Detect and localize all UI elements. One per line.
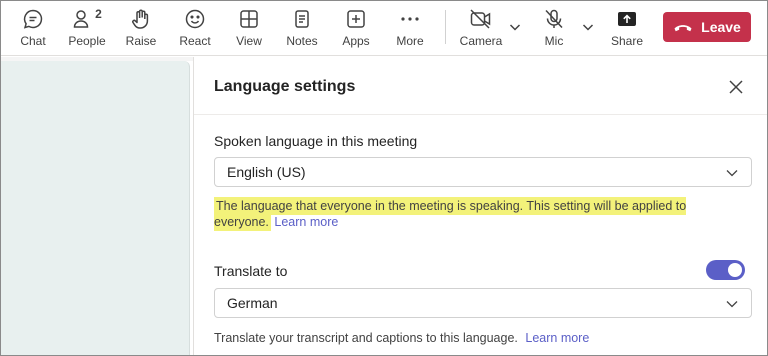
apps-button[interactable]: Apps: [337, 0, 375, 56]
notes-icon: [291, 0, 313, 30]
react-icon: [184, 0, 206, 30]
people-button[interactable]: 2 People: [66, 0, 108, 56]
share-icon: [616, 0, 638, 30]
translate-toggle[interactable]: [706, 260, 745, 280]
mic-label: Mic: [544, 34, 564, 48]
toolbar-divider: [445, 10, 446, 44]
translate-help: Translate your transcript and captions t…: [214, 330, 744, 346]
share-label: Share: [610, 34, 644, 48]
language-settings-panel: Language settings Spoken language in thi…: [193, 57, 768, 356]
translate-to-label: Translate to: [214, 263, 288, 279]
raise-label: Raise: [125, 34, 157, 48]
view-button[interactable]: View: [230, 0, 268, 56]
spoken-learn-more-link[interactable]: Learn more: [274, 215, 338, 229]
camera-label: Camera: [459, 34, 503, 48]
share-button[interactable]: Share: [608, 0, 646, 56]
raise-hand-button[interactable]: Raise: [121, 0, 161, 56]
react-button[interactable]: React: [176, 0, 214, 56]
leave-button[interactable]: Leave: [663, 12, 751, 42]
people-count: 2: [95, 7, 102, 21]
mic-off-icon: [543, 0, 565, 30]
spoken-language-value: English (US): [227, 164, 306, 180]
spoken-language-label: Spoken language in this meeting: [214, 133, 418, 149]
phone-hangup-icon: [674, 25, 692, 32]
panel-divider: [194, 114, 768, 115]
spoken-language-dropdown[interactable]: English (US): [214, 157, 752, 187]
mic-options-chevron-icon[interactable]: [581, 20, 595, 34]
camera-options-chevron-icon[interactable]: [508, 20, 522, 34]
chevron-down-icon: [726, 170, 738, 177]
chat-label: Chat: [20, 34, 46, 48]
meeting-stage: [0, 61, 190, 356]
more-icon: [399, 0, 421, 30]
translate-language-dropdown[interactable]: German: [214, 288, 752, 318]
notes-label: Notes: [286, 34, 318, 48]
notes-button[interactable]: Notes: [283, 0, 321, 56]
spoken-language-help: The language that everyone in the meetin…: [214, 197, 744, 231]
people-icon: 2: [72, 0, 102, 30]
view-label: View: [236, 34, 262, 48]
camera-off-icon: [469, 0, 493, 30]
translate-learn-more-link[interactable]: Learn more: [525, 331, 589, 345]
chat-icon: [22, 0, 44, 30]
apps-icon: [345, 0, 367, 30]
more-button[interactable]: More: [391, 0, 429, 56]
panel-title: Language settings: [214, 78, 356, 95]
close-icon[interactable]: [728, 79, 744, 95]
camera-button[interactable]: Camera: [460, 0, 502, 56]
view-icon: [238, 0, 260, 30]
toggle-knob: [728, 263, 742, 277]
apps-label: Apps: [342, 34, 370, 48]
raise-hand-icon: [130, 0, 152, 30]
react-label: React: [179, 34, 211, 48]
meeting-toolbar: Chat 2 People Raise React View Notes App…: [0, 0, 768, 56]
mic-button[interactable]: Mic: [535, 0, 573, 56]
people-label: People: [68, 34, 106, 48]
more-label: More: [396, 34, 424, 48]
chevron-down-icon: [726, 301, 738, 308]
translate-language-value: German: [227, 295, 278, 311]
chat-button[interactable]: Chat: [14, 0, 52, 56]
leave-label: Leave: [701, 19, 741, 35]
translate-help-text: Translate your transcript and captions t…: [214, 331, 518, 345]
